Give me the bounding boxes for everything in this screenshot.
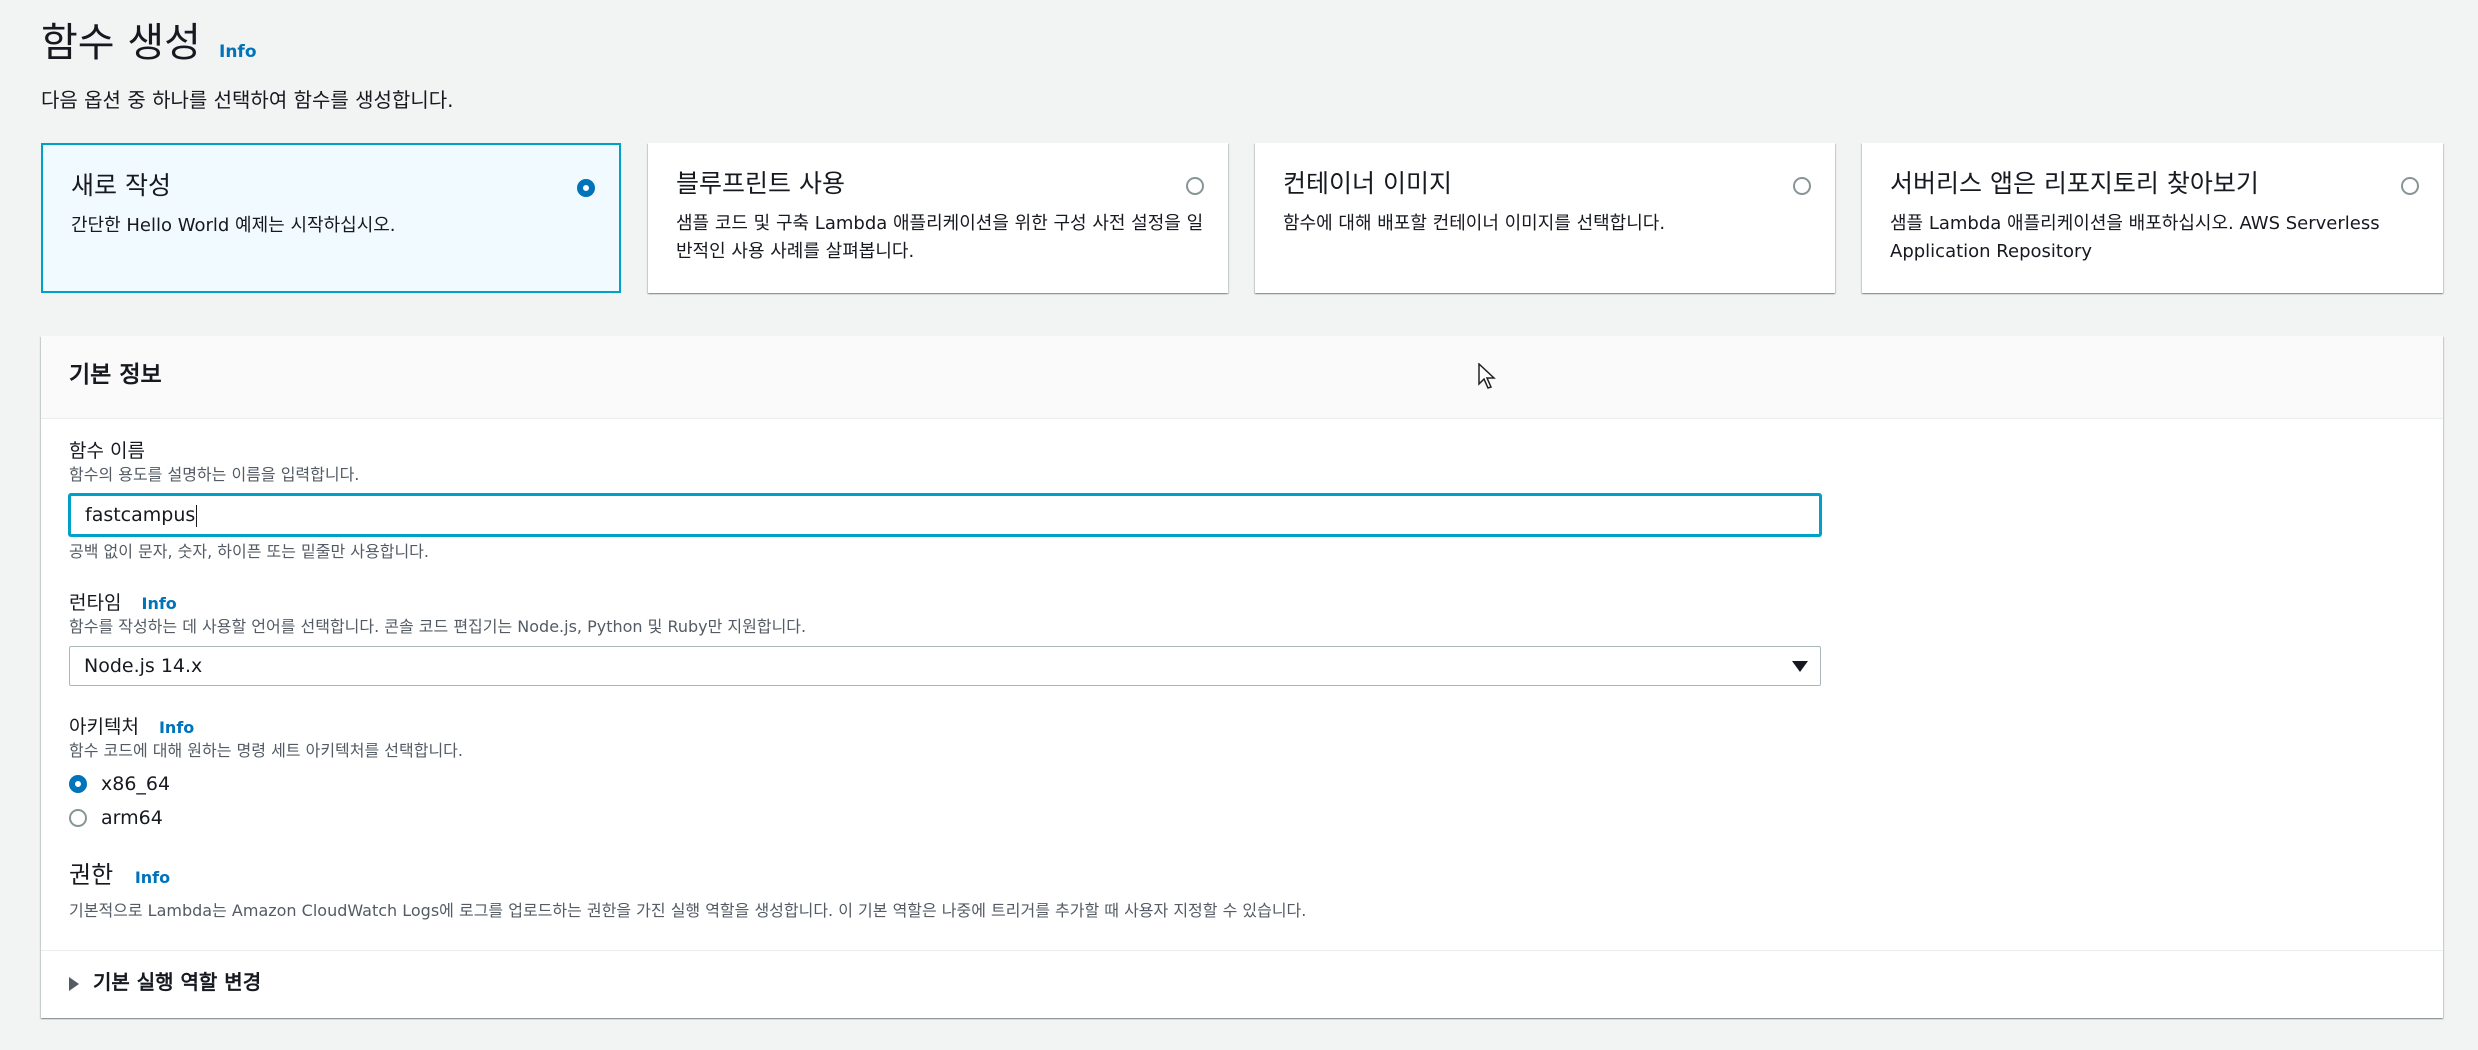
permissions-label: 권한 Info [69, 860, 170, 893]
mouse-pointer-icon [1478, 363, 1496, 389]
option-card-use-blueprint[interactable]: 블루프린트 사용 샘플 코드 및 구축 Lambda 애플리케이션을 위한 구성… [648, 143, 1228, 293]
architecture-option-label: arm64 [101, 807, 163, 829]
option-desc: 샘플 코드 및 구축 Lambda 애플리케이션을 위한 구성 사전 설정을 일… [676, 213, 1204, 262]
divider [41, 950, 2443, 951]
function-name-desc: 함수의 용도를 설명하는 이름을 입력합니다. [69, 465, 360, 484]
change-execution-role-expander[interactable]: 기본 실행 역할 변경 [69, 968, 261, 996]
function-name-input[interactable]: fastcampus [69, 494, 1821, 536]
option-title: 컨테이너 이미지 [1283, 169, 1452, 198]
radio-selected[interactable] [69, 775, 87, 793]
function-name-value: fastcampus [85, 504, 196, 526]
runtime-label-text: 런타임 [69, 592, 122, 614]
text-caret [196, 504, 198, 527]
radio-unselected[interactable] [69, 809, 87, 827]
architecture-label: 아키텍처 Info [69, 715, 194, 740]
option-desc: 함수에 대해 배포할 컨테이너 이미지를 선택합니다. [1283, 213, 1666, 234]
option-card-container-image[interactable]: 컨테이너 이미지 함수에 대해 배포할 컨테이너 이미지를 선택합니다. [1255, 143, 1835, 293]
option-desc: 샘플 Lambda 애플리케이션을 배포하십시오. AWS Serverless… [1890, 213, 2380, 262]
runtime-select[interactable]: Node.js 14.x [69, 646, 1821, 686]
panel-header: 기본 정보 [41, 336, 2443, 419]
caret-right-icon [69, 976, 79, 991]
runtime-info-link[interactable]: Info [142, 594, 177, 613]
option-desc: 간단한 Hello World 예제는 시작하십시오. [71, 215, 396, 236]
option-title: 새로 작성 [71, 171, 171, 200]
option-radio[interactable] [1793, 177, 1811, 195]
option-title: 블루프린트 사용 [676, 169, 845, 198]
option-radio-selected[interactable] [577, 179, 595, 197]
architecture-desc: 함수 코드에 대해 원하는 명령 세트 아키텍처를 선택합니다. [69, 741, 463, 760]
panel-title: 기본 정보 [69, 362, 162, 388]
page-title: 함수 생성 [41, 20, 201, 66]
function-name-label: 함수 이름 [69, 440, 145, 462]
page-subtitle: 다음 옵션 중 하나를 선택하여 함수를 생성합니다. [41, 88, 454, 112]
permissions-desc: 기본적으로 Lambda는 Amazon CloudWatch Logs에 로그… [69, 901, 1307, 920]
option-radio[interactable] [2401, 177, 2419, 195]
architecture-info-link[interactable]: Info [159, 718, 194, 737]
option-radio[interactable] [1186, 177, 1204, 195]
architecture-option-label: x86_64 [101, 773, 171, 795]
option-card-serverless-app-repo[interactable]: 서버리스 앱은 리포지토리 찾아보기 샘플 Lambda 애플리케이션을 배포하… [1862, 143, 2443, 293]
function-name-hint: 공백 없이 문자, 숫자, 하이픈 또는 밑줄만 사용합니다. [69, 542, 429, 561]
caret-down-icon [1792, 661, 1808, 672]
option-title: 서버리스 앱은 리포지토리 찾아보기 [1890, 169, 2259, 198]
option-card-author-from-scratch[interactable]: 새로 작성 간단한 Hello World 예제는 시작하십시오. [41, 143, 621, 293]
architecture-label-text: 아키텍처 [69, 716, 139, 738]
runtime-selected-value: Node.js 14.x [84, 655, 203, 677]
expander-label: 기본 실행 역할 변경 [93, 970, 262, 994]
runtime-desc: 함수를 작성하는 데 사용할 언어를 선택합니다. 콘솔 코드 편집기는 Nod… [69, 617, 807, 636]
info-link[interactable]: Info [219, 42, 257, 62]
permissions-info-link[interactable]: Info [135, 868, 170, 887]
basic-info-panel: 기본 정보 함수 이름 함수의 용도를 설명하는 이름을 입력합니다. fast… [41, 336, 2443, 1018]
runtime-label: 런타임 Info [69, 591, 177, 616]
permissions-label-text: 권한 [69, 861, 114, 889]
